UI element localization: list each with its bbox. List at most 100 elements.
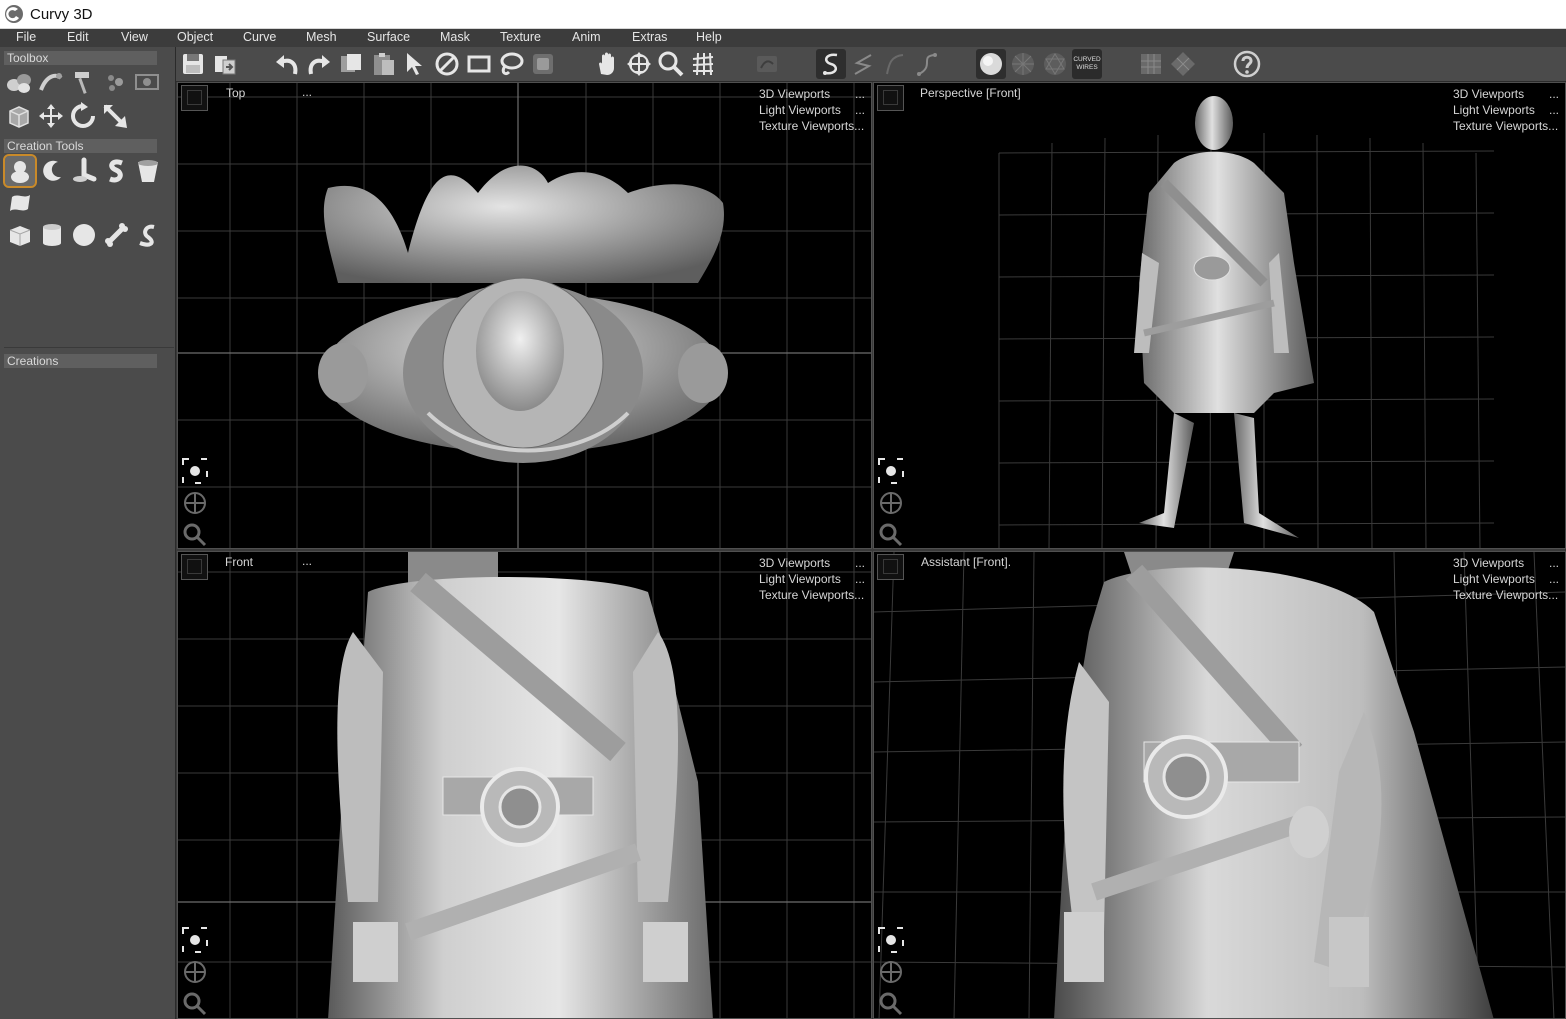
viewport-camera-button[interactable] bbox=[876, 456, 906, 486]
grid-view-button[interactable] bbox=[1136, 49, 1166, 79]
curve-mode-2-button[interactable] bbox=[848, 49, 878, 79]
viewport-menu-3d-dots[interactable]: ... bbox=[855, 555, 865, 571]
viewport-menu-3d[interactable]: 3D Viewports bbox=[759, 555, 830, 571]
pan-button[interactable] bbox=[592, 49, 622, 79]
viewport-menu-3d-dots[interactable]: ... bbox=[855, 86, 865, 102]
viewport-maximize-toggle[interactable] bbox=[181, 554, 208, 580]
viewport-menu-light[interactable]: Light Viewports bbox=[1453, 102, 1535, 118]
layers-tool[interactable] bbox=[4, 67, 34, 97]
viewport-menu-texture[interactable]: Texture Viewports... bbox=[1453, 118, 1558, 134]
undo-button[interactable] bbox=[272, 49, 302, 79]
rotate-tool[interactable] bbox=[68, 101, 98, 131]
rect-select-button[interactable] bbox=[464, 49, 494, 79]
viewport-title[interactable]: Front bbox=[225, 555, 253, 569]
viewport-camera-button[interactable] bbox=[180, 925, 210, 955]
viewport-menu-light-dots[interactable]: ... bbox=[855, 571, 865, 587]
move-tool[interactable] bbox=[36, 101, 66, 131]
menu-view[interactable]: View bbox=[121, 30, 148, 44]
viewport-top[interactable]: Top ... 3D Viewports... Light Viewports.… bbox=[177, 82, 872, 549]
cube-primitive-tool[interactable] bbox=[5, 220, 35, 250]
orbit-button[interactable] bbox=[624, 49, 654, 79]
viewport-menu-3d[interactable]: 3D Viewports bbox=[759, 86, 830, 102]
viewport-perspective[interactable]: Perspective [Front] 3D Viewports... Ligh… bbox=[873, 82, 1566, 549]
select-pointer-button[interactable] bbox=[400, 49, 430, 79]
viewport-maximize-toggle[interactable] bbox=[877, 85, 904, 111]
viewport-menu-texture[interactable]: Texture Viewports... bbox=[759, 118, 864, 134]
save-button[interactable] bbox=[178, 49, 208, 79]
box-select-tool[interactable] bbox=[4, 101, 34, 131]
viewport-title[interactable]: Top bbox=[226, 86, 245, 100]
menu-extras[interactable]: Extras bbox=[632, 30, 667, 44]
menu-curve[interactable]: Curve bbox=[243, 30, 276, 44]
help-button[interactable] bbox=[1232, 49, 1262, 79]
viewport-title[interactable]: Perspective [Front] bbox=[920, 86, 1021, 100]
lasso-select-button[interactable] bbox=[496, 49, 526, 79]
menu-file[interactable]: File bbox=[16, 30, 36, 44]
viewport-menu-3d-dots[interactable]: ... bbox=[1549, 555, 1559, 571]
viewport-orbit-button[interactable] bbox=[180, 957, 210, 987]
deselect-button[interactable] bbox=[432, 49, 462, 79]
tube-bend-tool[interactable] bbox=[69, 156, 99, 186]
paint-select-button[interactable] bbox=[528, 49, 558, 79]
viewport-menu-light[interactable]: Light Viewports bbox=[1453, 571, 1535, 587]
cup-tool[interactable] bbox=[133, 156, 163, 186]
viewport-zoom-button[interactable] bbox=[876, 520, 906, 548]
paste-button[interactable] bbox=[369, 49, 399, 79]
viewport-menu-light-dots[interactable]: ... bbox=[1549, 102, 1559, 118]
viewport-menu-texture[interactable]: Texture Viewports... bbox=[1453, 587, 1558, 603]
menu-anim[interactable]: Anim bbox=[572, 30, 600, 44]
viewport-options-dots[interactable]: ... bbox=[302, 554, 312, 568]
menu-mesh[interactable]: Mesh bbox=[306, 30, 337, 44]
hook-curve-tool[interactable] bbox=[133, 220, 163, 250]
viewport-camera-button[interactable] bbox=[876, 925, 906, 955]
copy-button[interactable] bbox=[336, 49, 366, 79]
viewport-orbit-button[interactable] bbox=[876, 957, 906, 987]
viewport-menu-light-dots[interactable]: ... bbox=[855, 102, 865, 118]
viewport-menu-light[interactable]: Light Viewports bbox=[759, 102, 841, 118]
blob-tool[interactable] bbox=[3, 154, 37, 188]
viewport-menu-3d-dots[interactable]: ... bbox=[1549, 86, 1559, 102]
curve-mode-4-button[interactable] bbox=[912, 49, 942, 79]
shaded-view-button[interactable] bbox=[976, 49, 1006, 79]
menu-surface[interactable]: Surface bbox=[367, 30, 410, 44]
viewport-maximize-toggle[interactable] bbox=[181, 85, 208, 111]
curve-mode-3-button[interactable] bbox=[880, 49, 910, 79]
render-tool[interactable] bbox=[132, 67, 162, 97]
wire-shaded-view-button[interactable] bbox=[1040, 49, 1070, 79]
viewport-menu-3d[interactable]: 3D Viewports bbox=[1453, 86, 1524, 102]
redo-button[interactable] bbox=[304, 49, 334, 79]
viewport-menu-texture[interactable]: Texture Viewports... bbox=[759, 587, 864, 603]
menu-help[interactable]: Help bbox=[696, 30, 722, 44]
bone-tool[interactable] bbox=[101, 220, 131, 250]
viewport-orbit-button[interactable] bbox=[180, 488, 210, 518]
menu-object[interactable]: Object bbox=[177, 30, 213, 44]
viewport-options-dots[interactable]: ... bbox=[302, 85, 312, 99]
particles-tool[interactable] bbox=[100, 67, 130, 97]
zoom-button[interactable] bbox=[656, 49, 686, 79]
save-as-button[interactable] bbox=[210, 49, 240, 79]
viewport-zoom-button[interactable] bbox=[876, 989, 906, 1018]
sphere-tool[interactable] bbox=[69, 220, 99, 250]
crescent-tool[interactable] bbox=[37, 156, 67, 186]
menu-edit[interactable]: Edit bbox=[67, 30, 89, 44]
viewport-orbit-button[interactable] bbox=[876, 488, 906, 518]
viewport-zoom-button[interactable] bbox=[180, 520, 210, 548]
menu-texture[interactable]: Texture bbox=[500, 30, 541, 44]
cylinder-tool[interactable] bbox=[37, 220, 67, 250]
grid-toggle-button[interactable] bbox=[688, 49, 718, 79]
curve-mode-button[interactable] bbox=[816, 49, 846, 79]
curved-wires-button[interactable]: CURVED WIRES bbox=[1072, 49, 1102, 79]
viewport-menu-light[interactable]: Light Viewports bbox=[759, 571, 841, 587]
viewport-menu-3d[interactable]: 3D Viewports bbox=[1453, 555, 1524, 571]
viewport-camera-button[interactable] bbox=[180, 456, 210, 486]
wireframe-view-button[interactable] bbox=[1008, 49, 1038, 79]
menu-mask[interactable]: Mask bbox=[440, 30, 470, 44]
sheet-tool[interactable] bbox=[5, 188, 35, 218]
scale-tool[interactable] bbox=[100, 101, 130, 131]
viewport-front[interactable]: Front ... 3D Viewports... Light Viewport… bbox=[177, 551, 872, 1019]
diamond-grid-button[interactable] bbox=[1168, 49, 1198, 79]
viewport-title[interactable]: Assistant [Front]. bbox=[921, 555, 1011, 569]
s-curve-tool[interactable] bbox=[101, 156, 131, 186]
magic-tool[interactable] bbox=[36, 67, 66, 97]
viewport-assistant[interactable]: Assistant [Front]. 3D Viewports... Light… bbox=[873, 551, 1566, 1019]
